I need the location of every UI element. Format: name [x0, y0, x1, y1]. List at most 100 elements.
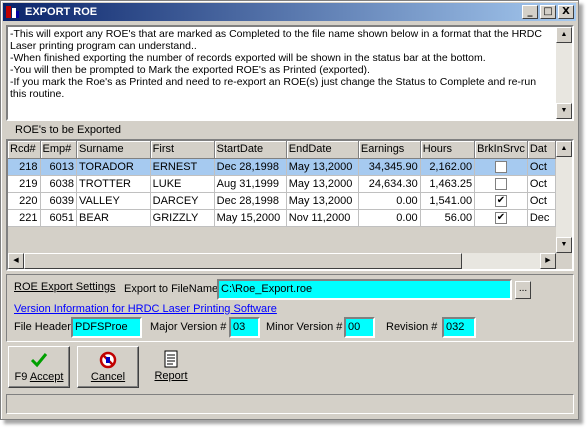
report-button[interactable]: Report — [140, 346, 202, 388]
status-bar — [6, 394, 574, 414]
instruction-line: -You will then be prompted to Mark the e… — [10, 64, 370, 76]
major-version-label: Major Version # — [150, 321, 227, 333]
title-bar[interactable]: EXPORT ROE _ □ X — [3, 3, 576, 21]
column-header-hours[interactable]: Hours — [420, 141, 476, 159]
cell-enddate[interactable]: Nov 11,2000 — [286, 209, 359, 227]
roe-grid[interactable]: Rcd# Emp# Surname First StartDate EndDat… — [6, 139, 574, 271]
cell-emp[interactable]: 6051 — [40, 209, 78, 227]
scroll-down-arrow-icon[interactable]: ▼ — [556, 237, 572, 253]
settings-title: ROE Export Settings — [14, 281, 116, 293]
cell-first[interactable]: ERNEST — [150, 158, 215, 176]
cell-emp[interactable]: 6039 — [40, 192, 78, 210]
column-header-enddate[interactable]: EndDate — [286, 141, 359, 159]
column-header-startdate[interactable]: StartDate — [214, 141, 287, 159]
table-row[interactable]: 218 6013 TORADOR ERNEST Dec 28,1998 May … — [8, 158, 556, 176]
cell-dat[interactable]: Oct — [527, 158, 556, 176]
brk-checkbox[interactable] — [494, 160, 507, 173]
cell-brkinsrvc[interactable] — [474, 158, 528, 176]
cell-earnings[interactable]: 0.00 — [358, 209, 421, 227]
cell-dat[interactable]: Dec — [527, 209, 556, 227]
browse-button[interactable]: ... — [515, 281, 531, 299]
revision-field[interactable]: 032 — [442, 317, 476, 338]
minimize-button[interactable]: _ — [522, 5, 538, 19]
cell-enddate[interactable]: May 13,2000 — [286, 175, 359, 193]
cell-rcd[interactable]: 219 — [8, 175, 41, 193]
cell-emp[interactable]: 6038 — [40, 175, 78, 193]
cell-first[interactable]: GRIZZLY — [150, 209, 215, 227]
export-roe-window: EXPORT ROE _ □ X -This will export any R… — [0, 0, 579, 420]
version-info-link[interactable]: Version Information for HRDC Laser Print… — [14, 303, 277, 315]
brk-checkbox[interactable]: ✔ — [494, 211, 507, 224]
cell-startdate[interactable]: Dec 28,1998 — [214, 158, 287, 176]
cell-surname[interactable]: VALLEY — [76, 192, 151, 210]
window-title: EXPORT ROE — [25, 6, 98, 18]
cell-startdate[interactable]: Dec 28,1998 — [214, 192, 287, 210]
column-header-first[interactable]: First — [150, 141, 215, 159]
cell-brkinsrvc[interactable]: ✔ — [474, 192, 528, 210]
grid-section-label: ROE's to be Exported — [15, 124, 122, 136]
instruction-line: -This will export any ROE's that are mar… — [10, 28, 542, 52]
column-header-dat[interactable]: Dat — [527, 141, 556, 159]
cell-hours[interactable]: 56.00 — [420, 209, 476, 227]
accept-label: Accept — [29, 371, 64, 383]
cell-hours[interactable]: 1,463.25 — [420, 175, 476, 193]
column-header-earnings[interactable]: Earnings — [358, 141, 421, 159]
grid-vertical-scrollbar[interactable]: ▲ ▼ — [556, 141, 572, 253]
report-label: Report — [154, 370, 188, 382]
table-row[interactable]: 219 6038 TROTTER LUKE Aug 31,1999 May 13… — [8, 175, 556, 193]
scroll-thumb[interactable] — [24, 253, 462, 269]
cell-dat[interactable]: Oct — [527, 175, 556, 193]
minor-version-field[interactable]: 00 — [344, 317, 375, 338]
brk-checkbox[interactable] — [494, 177, 507, 190]
table-row[interactable]: 221 6051 BEAR GRIZZLY May 15,2000 Nov 11… — [8, 209, 556, 227]
scroll-up-arrow-icon[interactable]: ▲ — [556, 141, 572, 157]
instructions-scrollbar[interactable]: ▲ ▼ — [556, 27, 572, 119]
cell-surname[interactable]: TORADOR — [76, 158, 151, 176]
cell-first[interactable]: LUKE — [150, 175, 215, 193]
cell-rcd[interactable]: 218 — [8, 158, 41, 176]
cell-earnings[interactable]: 0.00 — [358, 192, 421, 210]
brk-checkbox[interactable]: ✔ — [494, 194, 507, 207]
grid-horizontal-scrollbar[interactable]: ◀ ▶ — [8, 253, 556, 269]
column-header-emp[interactable]: Emp# — [40, 141, 78, 159]
cell-brkinsrvc[interactable]: ✔ — [474, 209, 528, 227]
file-header-label: File Header — [14, 321, 71, 333]
scroll-left-arrow-icon[interactable]: ◀ — [8, 253, 24, 269]
cancel-label: Cancel — [90, 371, 126, 383]
instruction-line: -If you mark the Roe's as Printed and ne… — [10, 76, 537, 100]
cancel-icon — [78, 351, 138, 371]
export-filename-label: Export to FileName — [124, 283, 219, 295]
scroll-down-arrow-icon[interactable]: ▼ — [556, 103, 572, 119]
cell-earnings[interactable]: 34,345.90 — [358, 158, 421, 176]
cell-dat[interactable]: Oct — [527, 192, 556, 210]
cell-emp[interactable]: 6013 — [40, 158, 78, 176]
close-button[interactable]: X — [558, 5, 574, 19]
export-filename-field[interactable]: C:\Roe_Export.roe — [217, 279, 512, 300]
file-header-field[interactable]: PDFSProe — [71, 317, 142, 338]
major-version-field[interactable]: 03 — [229, 317, 260, 338]
instructions-textbox[interactable]: -This will export any ROE's that are mar… — [6, 25, 574, 121]
cell-surname[interactable]: TROTTER — [76, 175, 151, 193]
cell-rcd[interactable]: 220 — [8, 192, 41, 210]
toolbar: F9 Accept Cancel Report — [6, 344, 574, 389]
cell-first[interactable]: DARCEY — [150, 192, 215, 210]
cancel-button[interactable]: Cancel — [77, 346, 139, 388]
cell-rcd[interactable]: 221 — [8, 209, 41, 227]
cell-startdate[interactable]: May 15,2000 — [214, 209, 287, 227]
table-row[interactable]: 220 6039 VALLEY DARCEY Dec 28,1998 May 1… — [8, 192, 556, 210]
cell-startdate[interactable]: Aug 31,1999 — [214, 175, 287, 193]
cell-earnings[interactable]: 24,634.30 — [358, 175, 421, 193]
cell-surname[interactable]: BEAR — [76, 209, 151, 227]
maximize-button[interactable]: □ — [540, 5, 556, 19]
cell-enddate[interactable]: May 13,2000 — [286, 192, 359, 210]
cell-enddate[interactable]: May 13,2000 — [286, 158, 359, 176]
column-header-surname[interactable]: Surname — [76, 141, 151, 159]
scroll-right-arrow-icon[interactable]: ▶ — [540, 253, 556, 269]
cell-hours[interactable]: 1,541.00 — [420, 192, 476, 210]
accept-button[interactable]: F9 Accept — [8, 346, 70, 388]
column-header-brkinsrvc[interactable]: BrkInSrvc — [474, 141, 528, 159]
cell-brkinsrvc[interactable] — [474, 175, 528, 193]
cell-hours[interactable]: 2,162.00 — [420, 158, 476, 176]
column-header-rcd[interactable]: Rcd# — [8, 141, 41, 159]
scroll-up-arrow-icon[interactable]: ▲ — [556, 27, 572, 43]
